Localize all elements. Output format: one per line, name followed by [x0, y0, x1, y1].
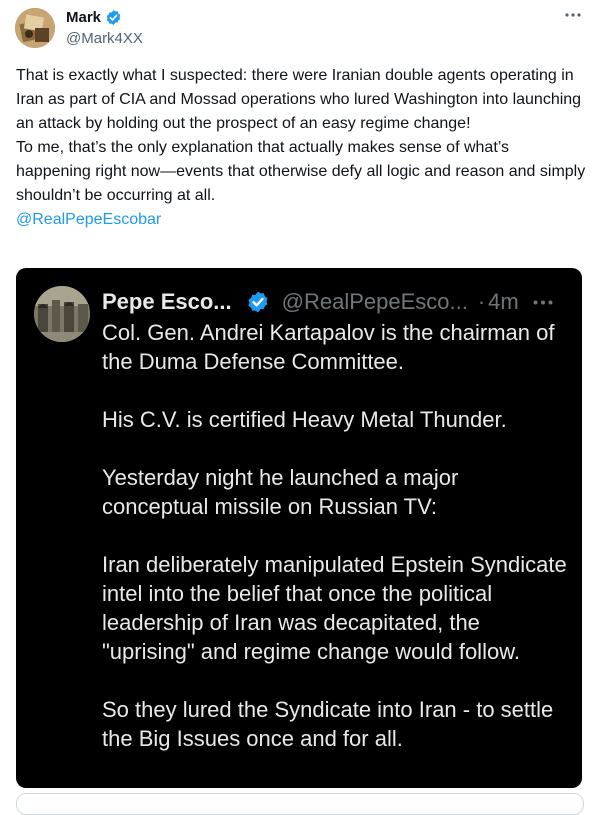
quoted-tweet-card[interactable]: Pepe Esco... @RealPepeEsco... · 4m Col. … [16, 268, 582, 788]
tweet-paragraph: That is exactly what I suspected: there … [16, 67, 582, 132]
author-avatar[interactable] [15, 8, 55, 48]
tweet: Mark @Mark4XX That is exactly what I sus… [0, 0, 597, 815]
next-card-edge [16, 793, 584, 815]
verified-badge-icon [248, 291, 268, 313]
quoted-tweet-text: Col. Gen. Andrei Kartapalov is the chair… [102, 318, 567, 753]
quoted-author-handle[interactable]: @RealPepeEsco... [282, 289, 468, 315]
more-horizontal-icon [565, 13, 581, 17]
separator-dot: · [477, 289, 486, 314]
quoted-author-name[interactable]: Pepe Esco... [102, 289, 232, 315]
author-name[interactable]: Mark [66, 9, 101, 26]
tweet-text: That is exactly what I suspected: there … [16, 64, 586, 232]
author-handle[interactable]: @Mark4XX [66, 30, 143, 47]
quoted-paragraph: So they lured the Syndicate into Iran - … [102, 697, 554, 751]
more-horizontal-icon [533, 300, 553, 304]
quoted-header: Pepe Esco... @RealPepeEsco... · 4m [102, 288, 555, 316]
tweet-paragraph: To me, that’s the only explanation that … [16, 139, 586, 204]
quoted-author-avatar[interactable] [34, 286, 90, 342]
more-options-button[interactable] [562, 4, 584, 26]
quoted-paragraph: Yesterday night he launched a major conc… [102, 465, 459, 519]
author-name-row[interactable]: Mark [66, 9, 122, 26]
quoted-paragraph: His C.V. is certified Heavy Metal Thunde… [102, 407, 507, 432]
verified-badge-icon [106, 10, 121, 25]
quoted-paragraph: Col. Gen. Andrei Kartapalov is the chair… [102, 320, 555, 374]
mention-link[interactable]: @RealPepeEscobar [16, 211, 161, 228]
quoted-paragraph: Iran deliberately manipulated Epstein Sy… [102, 552, 567, 664]
quoted-more-button[interactable] [531, 290, 555, 314]
quoted-timestamp[interactable]: 4m [488, 289, 519, 315]
